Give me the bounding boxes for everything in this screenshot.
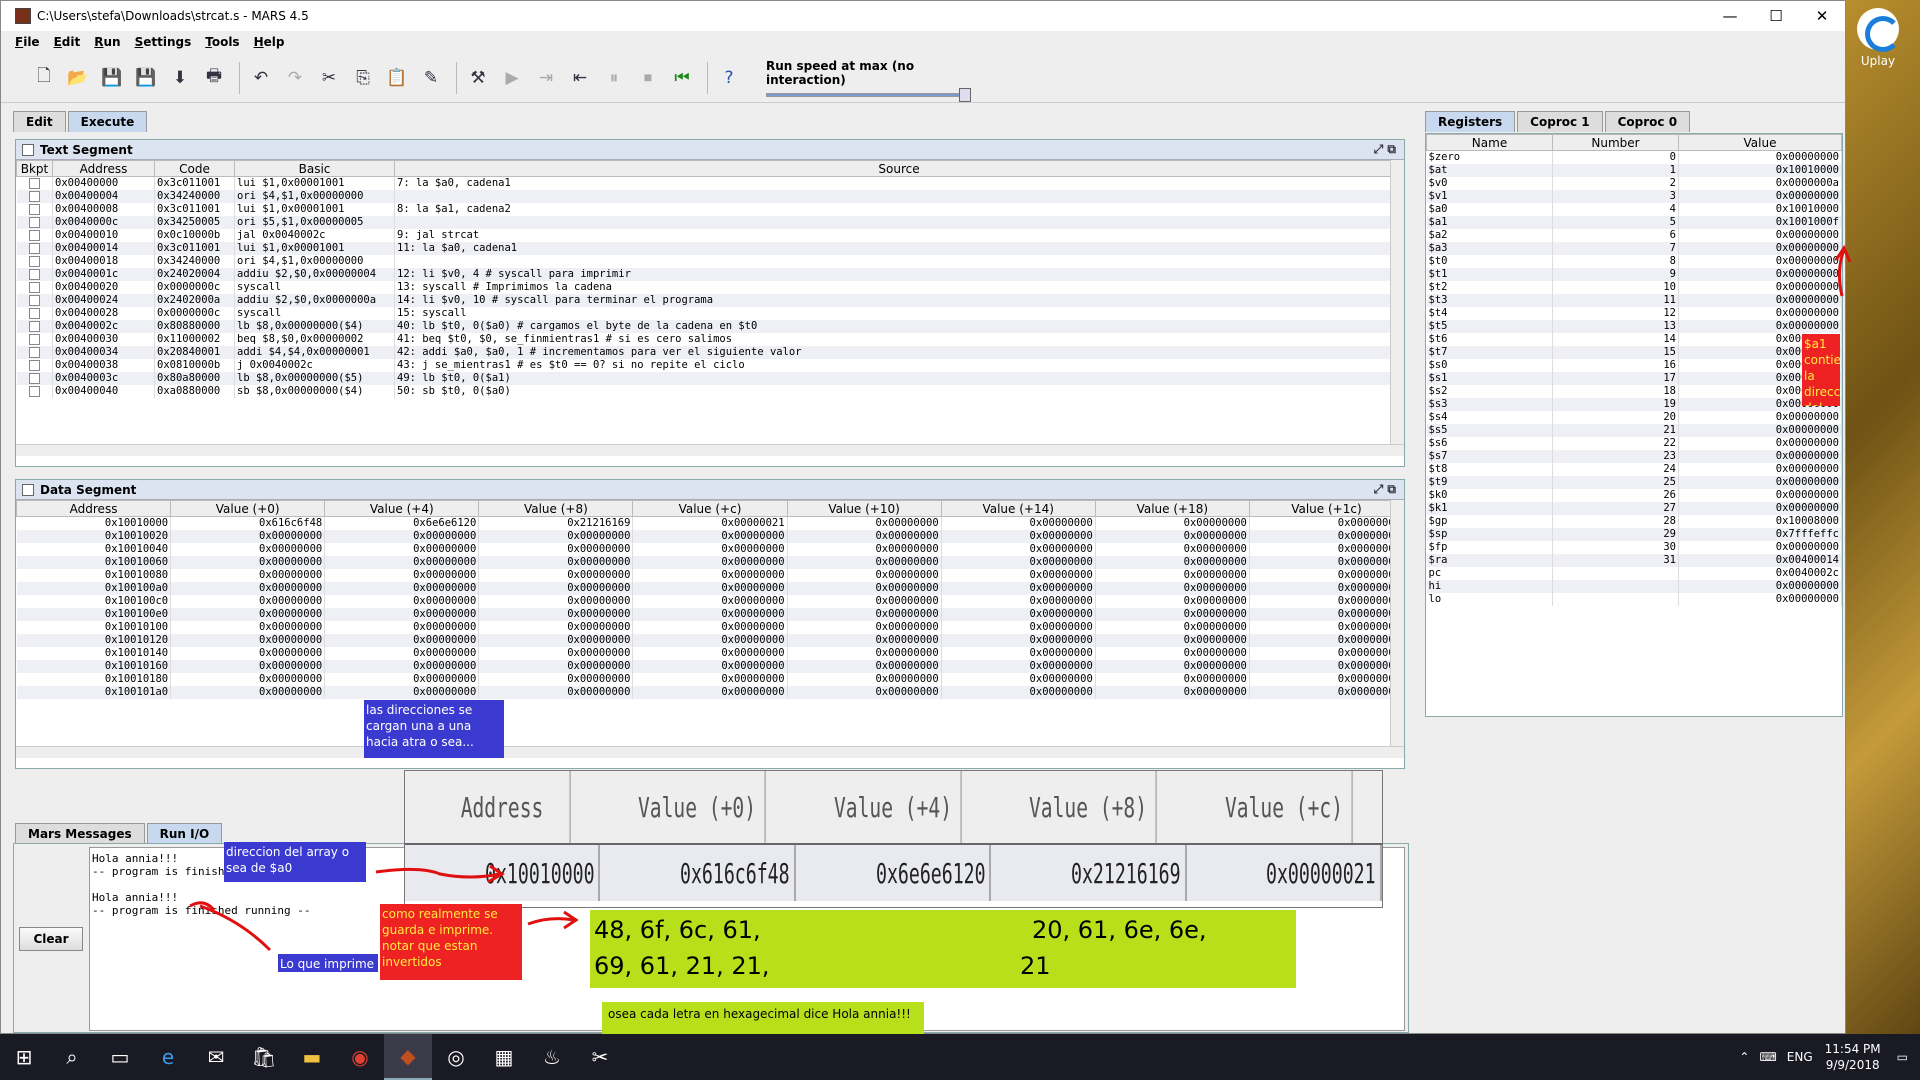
chevron-up-icon[interactable]: ⌃ <box>1739 1050 1749 1064</box>
file-explorer-icon[interactable]: ▬ <box>288 1034 336 1080</box>
start-windows-icon[interactable]: ⊞ <box>0 1034 48 1080</box>
calculator-icon[interactable]: ▦ <box>480 1034 528 1080</box>
system-tray: ⌃ ⌨ ENG 11:54 PM 9/9/2018 ▭ <box>1739 1034 1920 1080</box>
taskbar: ⊞ ⌕ ▭ e ✉ 🛍 ▬ ◉ ◆ ◎ ▦ ♨ ✂ ⌃ ⌨ ENG 11:54 … <box>0 1034 1920 1080</box>
annotation-arrows <box>189 244 1852 952</box>
notification-icon[interactable]: ▭ <box>1897 1050 1908 1064</box>
clock[interactable]: 11:54 PM 9/9/2018 <box>1825 1041 1881 1073</box>
store-icon[interactable]: 🛍 <box>240 1034 288 1080</box>
snipping-icon[interactable]: ✂ <box>576 1034 624 1080</box>
search-icon[interactable]: ⌕ <box>48 1034 96 1080</box>
keyboard-icon[interactable]: ⌨ <box>1759 1050 1776 1064</box>
steam-icon[interactable]: ♨ <box>528 1034 576 1080</box>
task-view-icon[interactable]: ▭ <box>96 1034 144 1080</box>
chrome-icon[interactable]: ◉ <box>336 1034 384 1080</box>
edge-icon[interactable]: e <box>144 1034 192 1080</box>
language-indicator[interactable]: ENG <box>1787 1050 1813 1064</box>
mars-taskbar-icon[interactable]: ◆ <box>384 1034 432 1080</box>
mail-icon[interactable]: ✉ <box>192 1034 240 1080</box>
discord-icon[interactable]: ◎ <box>432 1034 480 1080</box>
